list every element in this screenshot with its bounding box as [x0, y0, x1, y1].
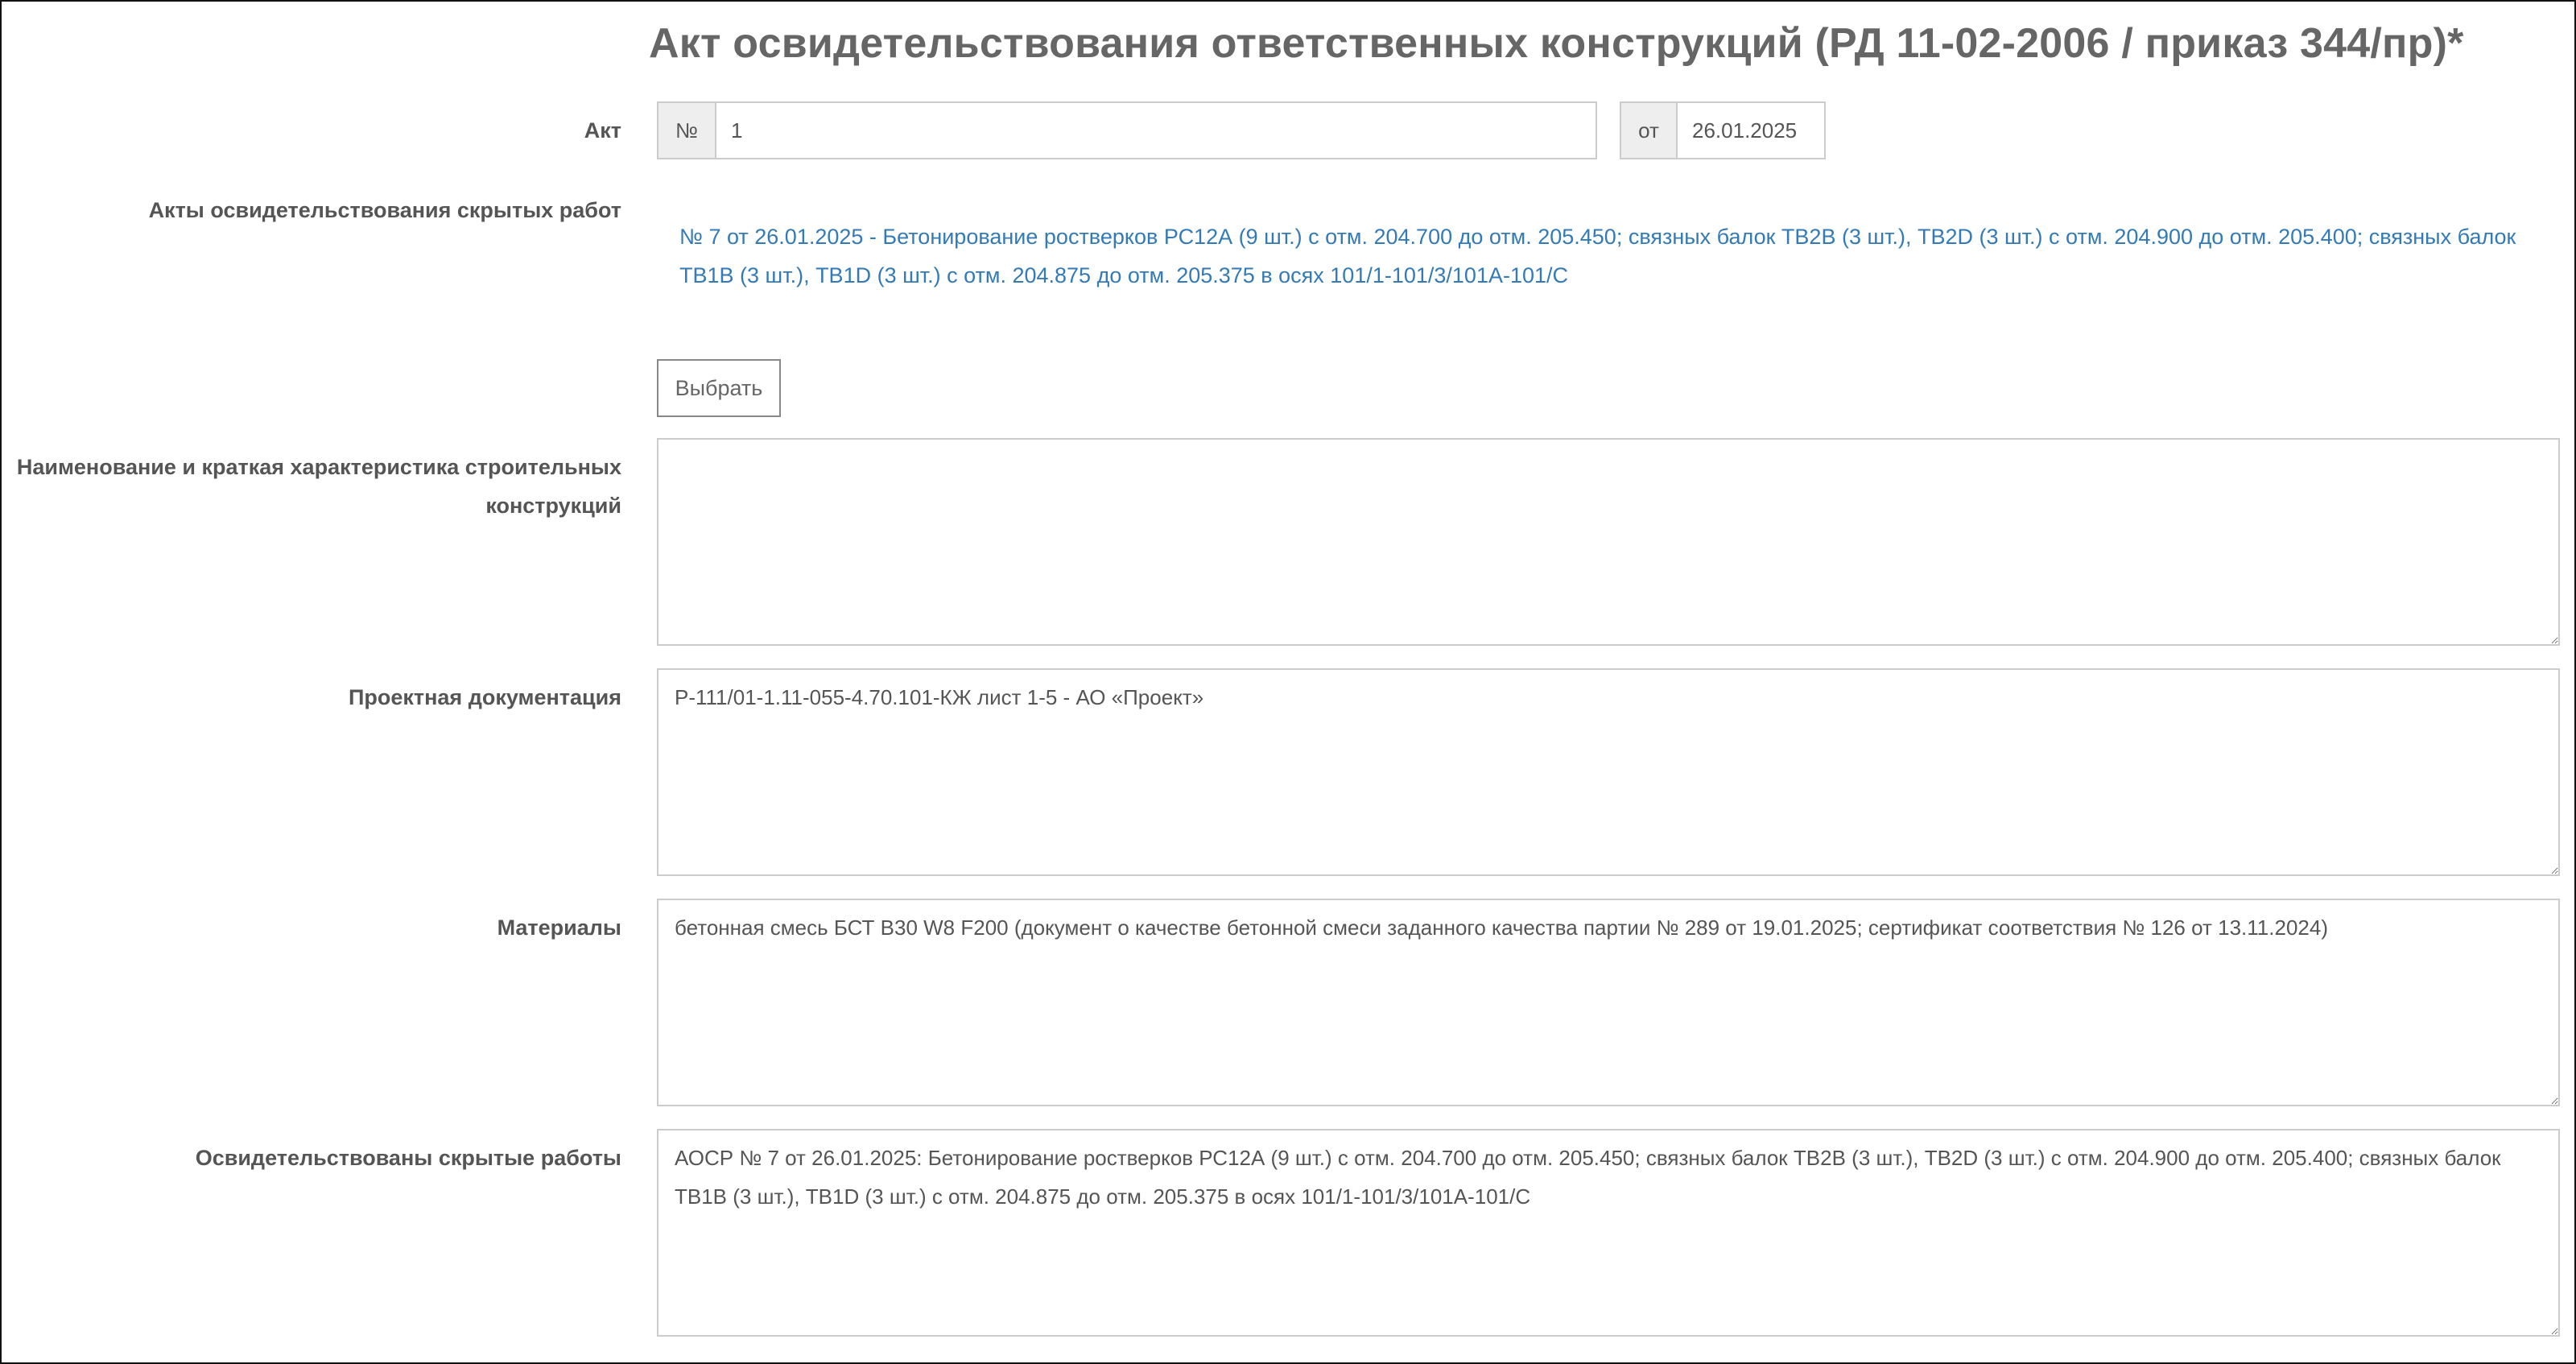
project-docs-label: Проектная документация	[348, 685, 621, 709]
act-date-input[interactable]	[1676, 101, 1826, 159]
act-date-group: от	[1620, 101, 1826, 159]
hidden-works-label: Освидетельствованы скрытые работы	[195, 1146, 621, 1170]
hidden-works-textarea[interactable]: АОСР № 7 от 26.01.2025: Бетонирование ро…	[657, 1129, 2560, 1337]
page-title: Акт освидетельствования ответственных ко…	[649, 20, 2464, 67]
materials-label: Материалы	[497, 916, 621, 940]
act-number-input[interactable]	[715, 101, 1597, 159]
structures-label: Наименование и краткая характеристика ст…	[16, 455, 621, 518]
project-docs-textarea[interactable]: Р-111/01-1.11-055-4.70.101-КЖ лист 1-5 -…	[657, 668, 2560, 876]
hidden-works-acts-list: № 7 от 26.01.2025 - Бетонирование ростве…	[679, 217, 2523, 295]
hidden-works-act-link[interactable]: № 7 от 26.01.2025 - Бетонирование ростве…	[679, 225, 2516, 287]
structures-textarea[interactable]	[657, 438, 2560, 646]
act-date-prefix: от	[1620, 101, 1676, 159]
act-number-group: №	[657, 101, 1597, 159]
hidden-works-acts-label: Акты освидетельствования скрытых работ	[148, 198, 621, 222]
materials-textarea[interactable]: бетонная смесь БСТ В30 W8 F200 (документ…	[657, 899, 2560, 1106]
form-frame: Акт освидетельствования ответственных ко…	[0, 0, 2576, 1364]
act-number-prefix: №	[657, 101, 715, 159]
act-label: Акт	[584, 118, 621, 143]
select-button[interactable]: Выбрать	[657, 359, 781, 417]
